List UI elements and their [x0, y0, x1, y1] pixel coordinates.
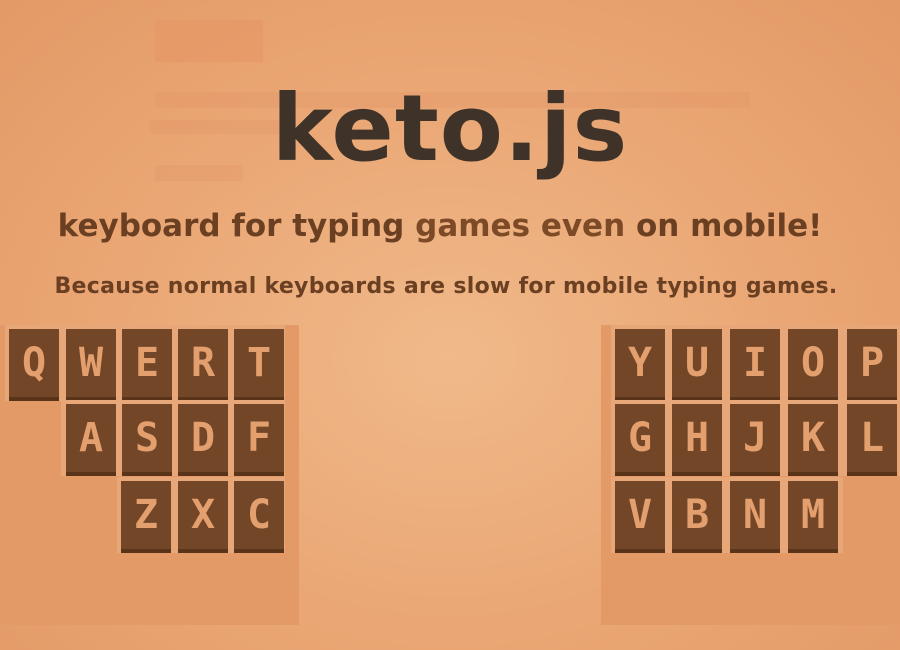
left-key-row-2: A S D F	[61, 400, 285, 476]
key-b[interactable]: B	[672, 481, 722, 549]
tagline: Because normal keyboards are slow for mo…	[54, 274, 838, 299]
app-title: keto.js	[271, 75, 629, 182]
key-h[interactable]: H	[672, 404, 722, 472]
key-s[interactable]: S	[122, 404, 172, 472]
key-n[interactable]: N	[730, 481, 780, 549]
background-ghost-block	[155, 20, 263, 62]
key-t[interactable]: T	[234, 329, 284, 397]
key-a[interactable]: A	[66, 404, 116, 472]
key-l[interactable]: L	[847, 404, 897, 472]
subtitle-part: games even	[415, 208, 626, 244]
right-key-row-1: Y U I O P	[611, 325, 900, 401]
key-p[interactable]: P	[847, 329, 897, 397]
subtitle-part: on mobile!	[635, 208, 823, 244]
left-key-row-1: Q W E R T	[5, 325, 285, 401]
key-r[interactable]: R	[178, 329, 228, 397]
key-i[interactable]: I	[730, 329, 780, 397]
app-subtitle: keyboard for typing games even on mobile…	[0, 207, 880, 245]
key-m[interactable]: M	[788, 481, 838, 549]
key-u[interactable]: U	[672, 329, 722, 397]
right-key-row-3: V B N M	[611, 477, 843, 553]
left-key-row-3: Z X C	[117, 477, 285, 553]
subtitle-part: keyboard for typing	[57, 208, 405, 244]
key-z[interactable]: Z	[121, 481, 171, 549]
key-o[interactable]: O	[788, 329, 838, 397]
key-v[interactable]: V	[615, 481, 665, 549]
key-g[interactable]: G	[615, 404, 665, 472]
key-q[interactable]: Q	[9, 329, 59, 397]
right-key-row-2: G H J K L	[611, 400, 900, 476]
key-e[interactable]: E	[122, 329, 172, 397]
key-x[interactable]: X	[178, 481, 228, 549]
key-c[interactable]: C	[234, 481, 284, 549]
key-w[interactable]: W	[66, 329, 116, 397]
key-d[interactable]: D	[178, 404, 228, 472]
key-f[interactable]: F	[234, 404, 284, 472]
key-j[interactable]: J	[730, 404, 780, 472]
key-k[interactable]: K	[788, 404, 838, 472]
key-y[interactable]: Y	[615, 329, 665, 397]
